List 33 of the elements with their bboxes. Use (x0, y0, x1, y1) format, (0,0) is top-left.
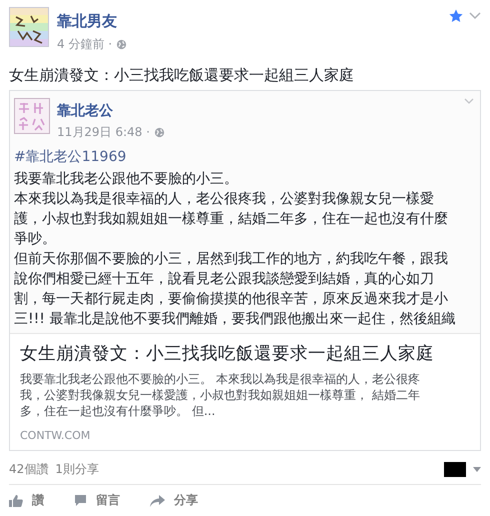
link-domain: CONTW.COM (20, 429, 92, 442)
link-title[interactable]: 女生崩潰發文：小三找我吃飯還要求一起組三人家庭 (20, 342, 434, 366)
author-name[interactable]: 靠北男友 (57, 12, 441, 31)
post-text-line: 說你們相愛已經十五年，說看見老公跟我談戀愛到結婚，真的心如刀 (14, 270, 434, 289)
share-arrow-icon (150, 494, 165, 506)
thumbs-up-icon (9, 494, 23, 507)
page-avatar-icon[interactable] (9, 7, 49, 47)
post-text-line: 但前天你那個不要臉的小三，居然到我工作的地方，約我吃午餐，跟我 (14, 250, 448, 269)
share-count[interactable]: 1則分享 (55, 461, 99, 478)
like-count[interactable]: 42個讚 (9, 461, 48, 478)
page-avatar-icon (14, 98, 50, 134)
chevron-down-icon[interactable] (469, 12, 481, 20)
globe-icon (116, 39, 128, 50)
post-text-line: 我要靠北我老公跟他不要臉的小三。 (14, 170, 238, 189)
like-button[interactable]: 讚 (9, 492, 44, 509)
post-text-line: 爭吵。 (14, 230, 56, 249)
chevron-down-icon (464, 98, 474, 105)
post-time[interactable]: 4 分鐘前 · (57, 36, 112, 53)
post-message: 女生崩潰發文：小三找我吃飯還要求一起組三人家庭 (9, 65, 355, 85)
comment-button[interactable]: 留言 (74, 492, 120, 509)
link-description: 我要靠北我老公跟他不要臉的小三。 本來我以為我是很幸福的人，老公很疼 我，公婆對我像親女兒一樣愛護，小叔也對我如親姐姐一樣尊重， 結婚二年 多，住在一起也沒有什麼爭吵。 但... (20, 371, 421, 419)
globe-icon (154, 127, 165, 138)
post-text-line: 割，每一天都行屍走肉，要偷偷摸摸的他很辛苦，原來反過來我才是小 (14, 290, 448, 309)
post-time: 11月29日 6:48 · (57, 124, 150, 141)
post-text-line: 本來我以為我是很幸福的人，老公很疼我，公婆對我像親女兒一樣愛 (14, 190, 434, 209)
star-icon[interactable] (449, 9, 463, 23)
hashtag: #靠北老公11969 (14, 148, 128, 167)
post-text-line: 三!!! 最靠北是說他不要我們離婚，要我們跟他搬出來一起住，然後組織 (14, 310, 456, 329)
speech-bubble-icon (74, 494, 87, 507)
post-text-line: 護，小叔也對我如親姐姐一樣尊重，結婚二年多，住在一起也沒有什麼 (14, 210, 448, 229)
author-name: 靠北老公 (57, 102, 114, 120)
share-button[interactable]: 分享 (150, 492, 198, 509)
caret-icon[interactable] (473, 467, 481, 472)
